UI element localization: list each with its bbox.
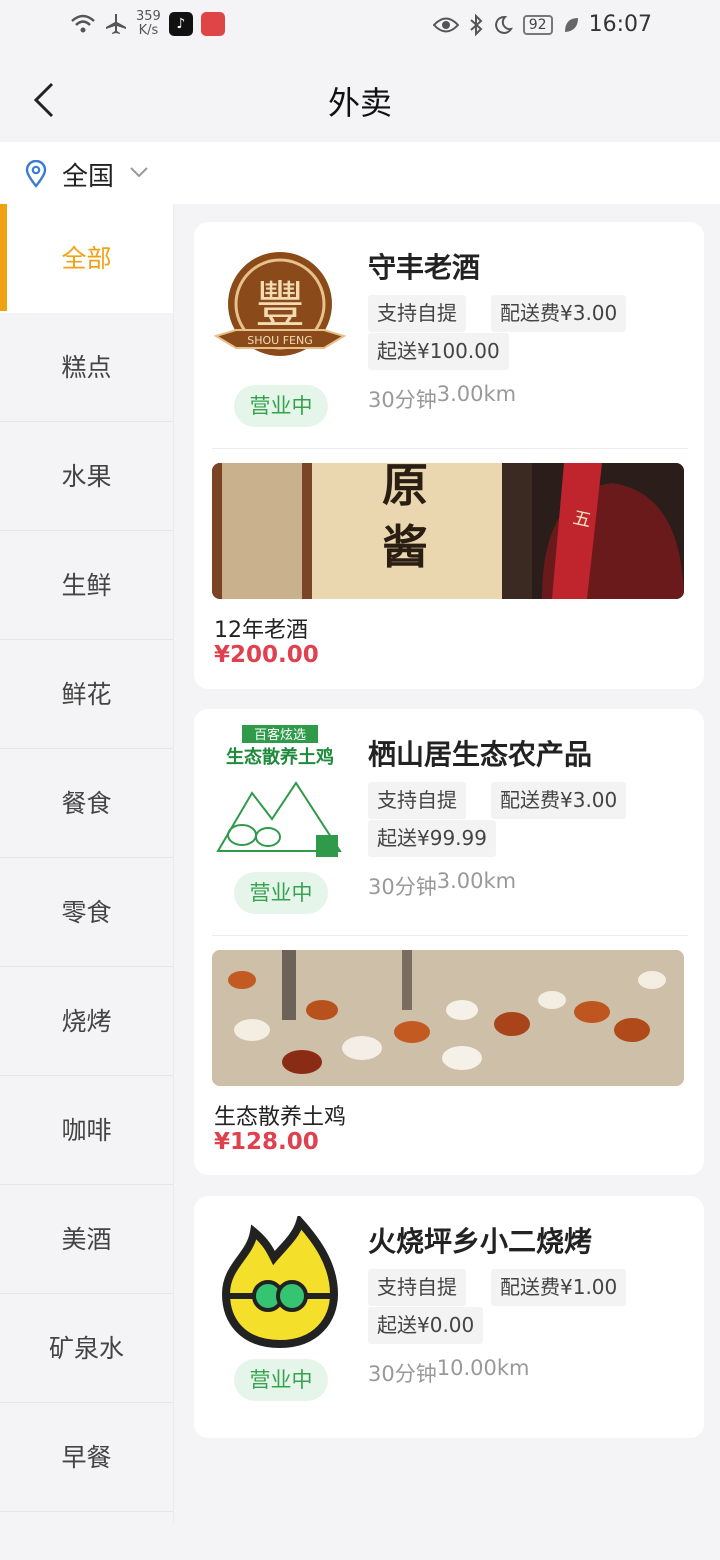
distance: 10.00km bbox=[436, 1356, 530, 1380]
product-price: ¥128.00 bbox=[214, 1129, 319, 1155]
speed-value: 359 bbox=[136, 9, 161, 24]
store-card[interactable]: 百客炫选 生态散养土鸡 营业中 栖山居生态农产品 支持自提 配送费¥3.00 起… bbox=[194, 709, 704, 1175]
divider bbox=[212, 448, 688, 449]
status-badge: 营业中 bbox=[234, 872, 328, 914]
delivery-time: 30分钟 bbox=[368, 1362, 437, 1386]
svg-text:豐: 豐 bbox=[255, 276, 305, 334]
distance: 3.00km bbox=[436, 869, 517, 893]
pickup-tag: 支持自提 bbox=[368, 1269, 466, 1306]
pickup-tag: 支持自提 bbox=[368, 295, 466, 332]
category-breakfast[interactable]: 早餐 bbox=[0, 1403, 173, 1512]
wifi-icon bbox=[71, 14, 95, 33]
product-photo-wine: 原 酱 五 bbox=[212, 463, 684, 599]
location-selector[interactable]: 全国 bbox=[0, 142, 720, 204]
category-pastry[interactable]: 糕点 bbox=[0, 313, 173, 422]
location-pin-icon bbox=[25, 160, 47, 188]
speed-unit: K/s bbox=[138, 23, 159, 38]
leaf-icon bbox=[564, 17, 578, 32]
category-sidebar: 全部 糕点 水果 生鲜 鲜花 餐食 零食 烧烤 咖啡 美酒 矿泉水 早餐 bbox=[0, 204, 174, 1524]
delivery-fee-tag: 配送费¥3.00 bbox=[491, 295, 627, 332]
status-badge: 营业中 bbox=[234, 385, 328, 427]
bluetooth-icon bbox=[470, 13, 483, 36]
store-logo-text: 百客炫选 bbox=[254, 727, 306, 743]
delivery-time: 30分钟 bbox=[368, 388, 437, 412]
product-image[interactable] bbox=[212, 950, 684, 1086]
store-name: 火烧坪乡小二烧烤 bbox=[368, 1225, 593, 1258]
status-right: 92 16:07 bbox=[432, 12, 652, 37]
category-water[interactable]: 矿泉水 bbox=[0, 1294, 173, 1403]
category-coffee[interactable]: 咖啡 bbox=[0, 1076, 173, 1185]
status-left: 359 K/s ♪ bbox=[70, 10, 225, 38]
status-badge: 营业中 bbox=[234, 1359, 328, 1401]
category-fruit[interactable]: 水果 bbox=[0, 422, 173, 531]
category-snacks[interactable]: 零食 bbox=[0, 858, 173, 967]
clock: 16:07 bbox=[588, 12, 652, 37]
store-logo-title: 生态散养土鸡 bbox=[226, 746, 334, 768]
location-label: 全国 bbox=[62, 162, 115, 192]
category-flowers[interactable]: 鲜花 bbox=[0, 640, 173, 749]
top-app-bar: 外卖 bbox=[0, 56, 720, 142]
store-card[interactable]: 营业中 火烧坪乡小二烧烤 支持自提 配送费¥1.00 起送¥0.00 30分钟1… bbox=[194, 1196, 704, 1438]
delivery-meta: 30分钟3.00km bbox=[368, 382, 517, 414]
category-all[interactable]: 全部 bbox=[0, 204, 173, 313]
divider bbox=[212, 935, 688, 936]
moon-icon bbox=[494, 15, 513, 34]
store-logo-text: SHOU FENG bbox=[247, 334, 313, 347]
delivery-meta: 30分钟3.00km bbox=[368, 869, 517, 901]
store-logo bbox=[221, 1216, 339, 1349]
delivery-meta: 30分钟10.00km bbox=[368, 1356, 530, 1388]
category-wine[interactable]: 美酒 bbox=[0, 1185, 173, 1294]
chevron-down-icon bbox=[130, 167, 148, 178]
distance: 3.00km bbox=[436, 382, 517, 406]
network-speed: 359 K/s bbox=[136, 10, 161, 38]
store-card[interactable]: 豐 SHOU FENG 营业中 守丰老酒 支持自提 配送费¥3.00 起送¥10… bbox=[194, 222, 704, 689]
min-order-tag: 起送¥100.00 bbox=[368, 333, 509, 370]
category-meals[interactable]: 餐食 bbox=[0, 749, 173, 858]
battery-indicator: 92 bbox=[522, 14, 553, 35]
delivery-fee-tag: 配送费¥3.00 bbox=[491, 782, 627, 819]
min-order-tag: 起送¥99.99 bbox=[368, 820, 496, 857]
airplane-icon bbox=[106, 14, 126, 34]
page-title: 外卖 bbox=[327, 84, 392, 122]
app-notification-icon bbox=[200, 12, 225, 36]
store-name: 栖山居生态农产品 bbox=[368, 738, 593, 771]
photo-char-2: 酱 bbox=[382, 520, 428, 574]
min-order-tag: 起送¥0.00 bbox=[368, 1307, 484, 1344]
category-bbq[interactable]: 烧烤 bbox=[0, 967, 173, 1076]
store-logo: 百客炫选 生态散养土鸡 bbox=[212, 723, 348, 861]
tiktok-icon: ♪ bbox=[168, 12, 193, 36]
product-name: 生态散养土鸡 bbox=[214, 1105, 347, 1130]
product-name: 12年老酒 bbox=[214, 618, 308, 643]
category-fresh[interactable]: 生鲜 bbox=[0, 531, 173, 640]
product-photo-chickens bbox=[212, 950, 684, 1086]
store-logo: 豐 SHOU FENG bbox=[213, 252, 347, 356]
product-price: ¥200.00 bbox=[214, 642, 319, 668]
product-image[interactable]: 原 酱 五 bbox=[212, 463, 684, 599]
pickup-tag: 支持自提 bbox=[368, 782, 466, 819]
store-name: 守丰老酒 bbox=[368, 251, 481, 284]
photo-char-1: 原 bbox=[382, 463, 428, 512]
status-bar: 359 K/s ♪ 92 16:07 bbox=[0, 0, 720, 56]
delivery-fee-tag: 配送费¥1.00 bbox=[491, 1269, 627, 1306]
eye-icon bbox=[432, 17, 459, 32]
delivery-time: 30分钟 bbox=[368, 875, 437, 899]
